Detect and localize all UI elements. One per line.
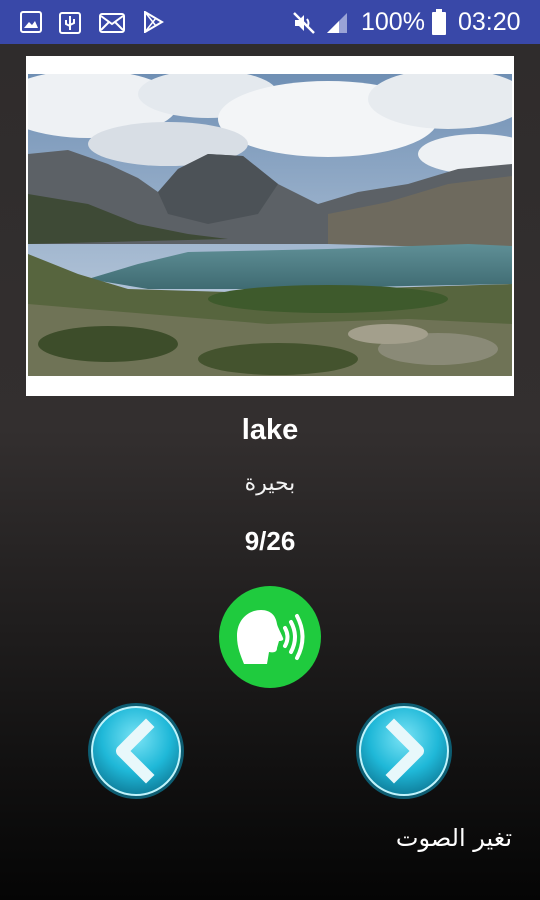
- change-voice-button[interactable]: تغير الصوت: [396, 824, 512, 852]
- word-image-frame: [26, 56, 514, 396]
- battery-percent: 100%: [361, 8, 425, 36]
- previous-button[interactable]: [86, 701, 186, 801]
- battery-icon: [432, 9, 446, 35]
- signal-icon: [327, 13, 347, 33]
- chevron-right-icon: [356, 703, 452, 799]
- flashcard-screen: lake بحيرة 9/26 تغير الصوت: [0, 44, 540, 900]
- status-bar: 100% 03:20: [0, 0, 540, 44]
- mute-icon: [293, 12, 315, 34]
- play-store-icon: [144, 11, 164, 33]
- speak-button[interactable]: [219, 586, 321, 688]
- next-button[interactable]: [354, 701, 454, 801]
- card-counter: 9/26: [244, 526, 296, 556]
- chevron-left-icon: [88, 703, 184, 799]
- usb-icon: [59, 12, 81, 34]
- word-english: lake: [241, 414, 299, 446]
- lake-photo: [28, 74, 512, 376]
- mail-icon: [99, 13, 125, 33]
- word-translation: بحيرة: [244, 471, 296, 496]
- speaking-head-icon: [237, 610, 305, 664]
- clock: 03:20: [458, 8, 521, 36]
- gallery-icon: [20, 11, 42, 33]
